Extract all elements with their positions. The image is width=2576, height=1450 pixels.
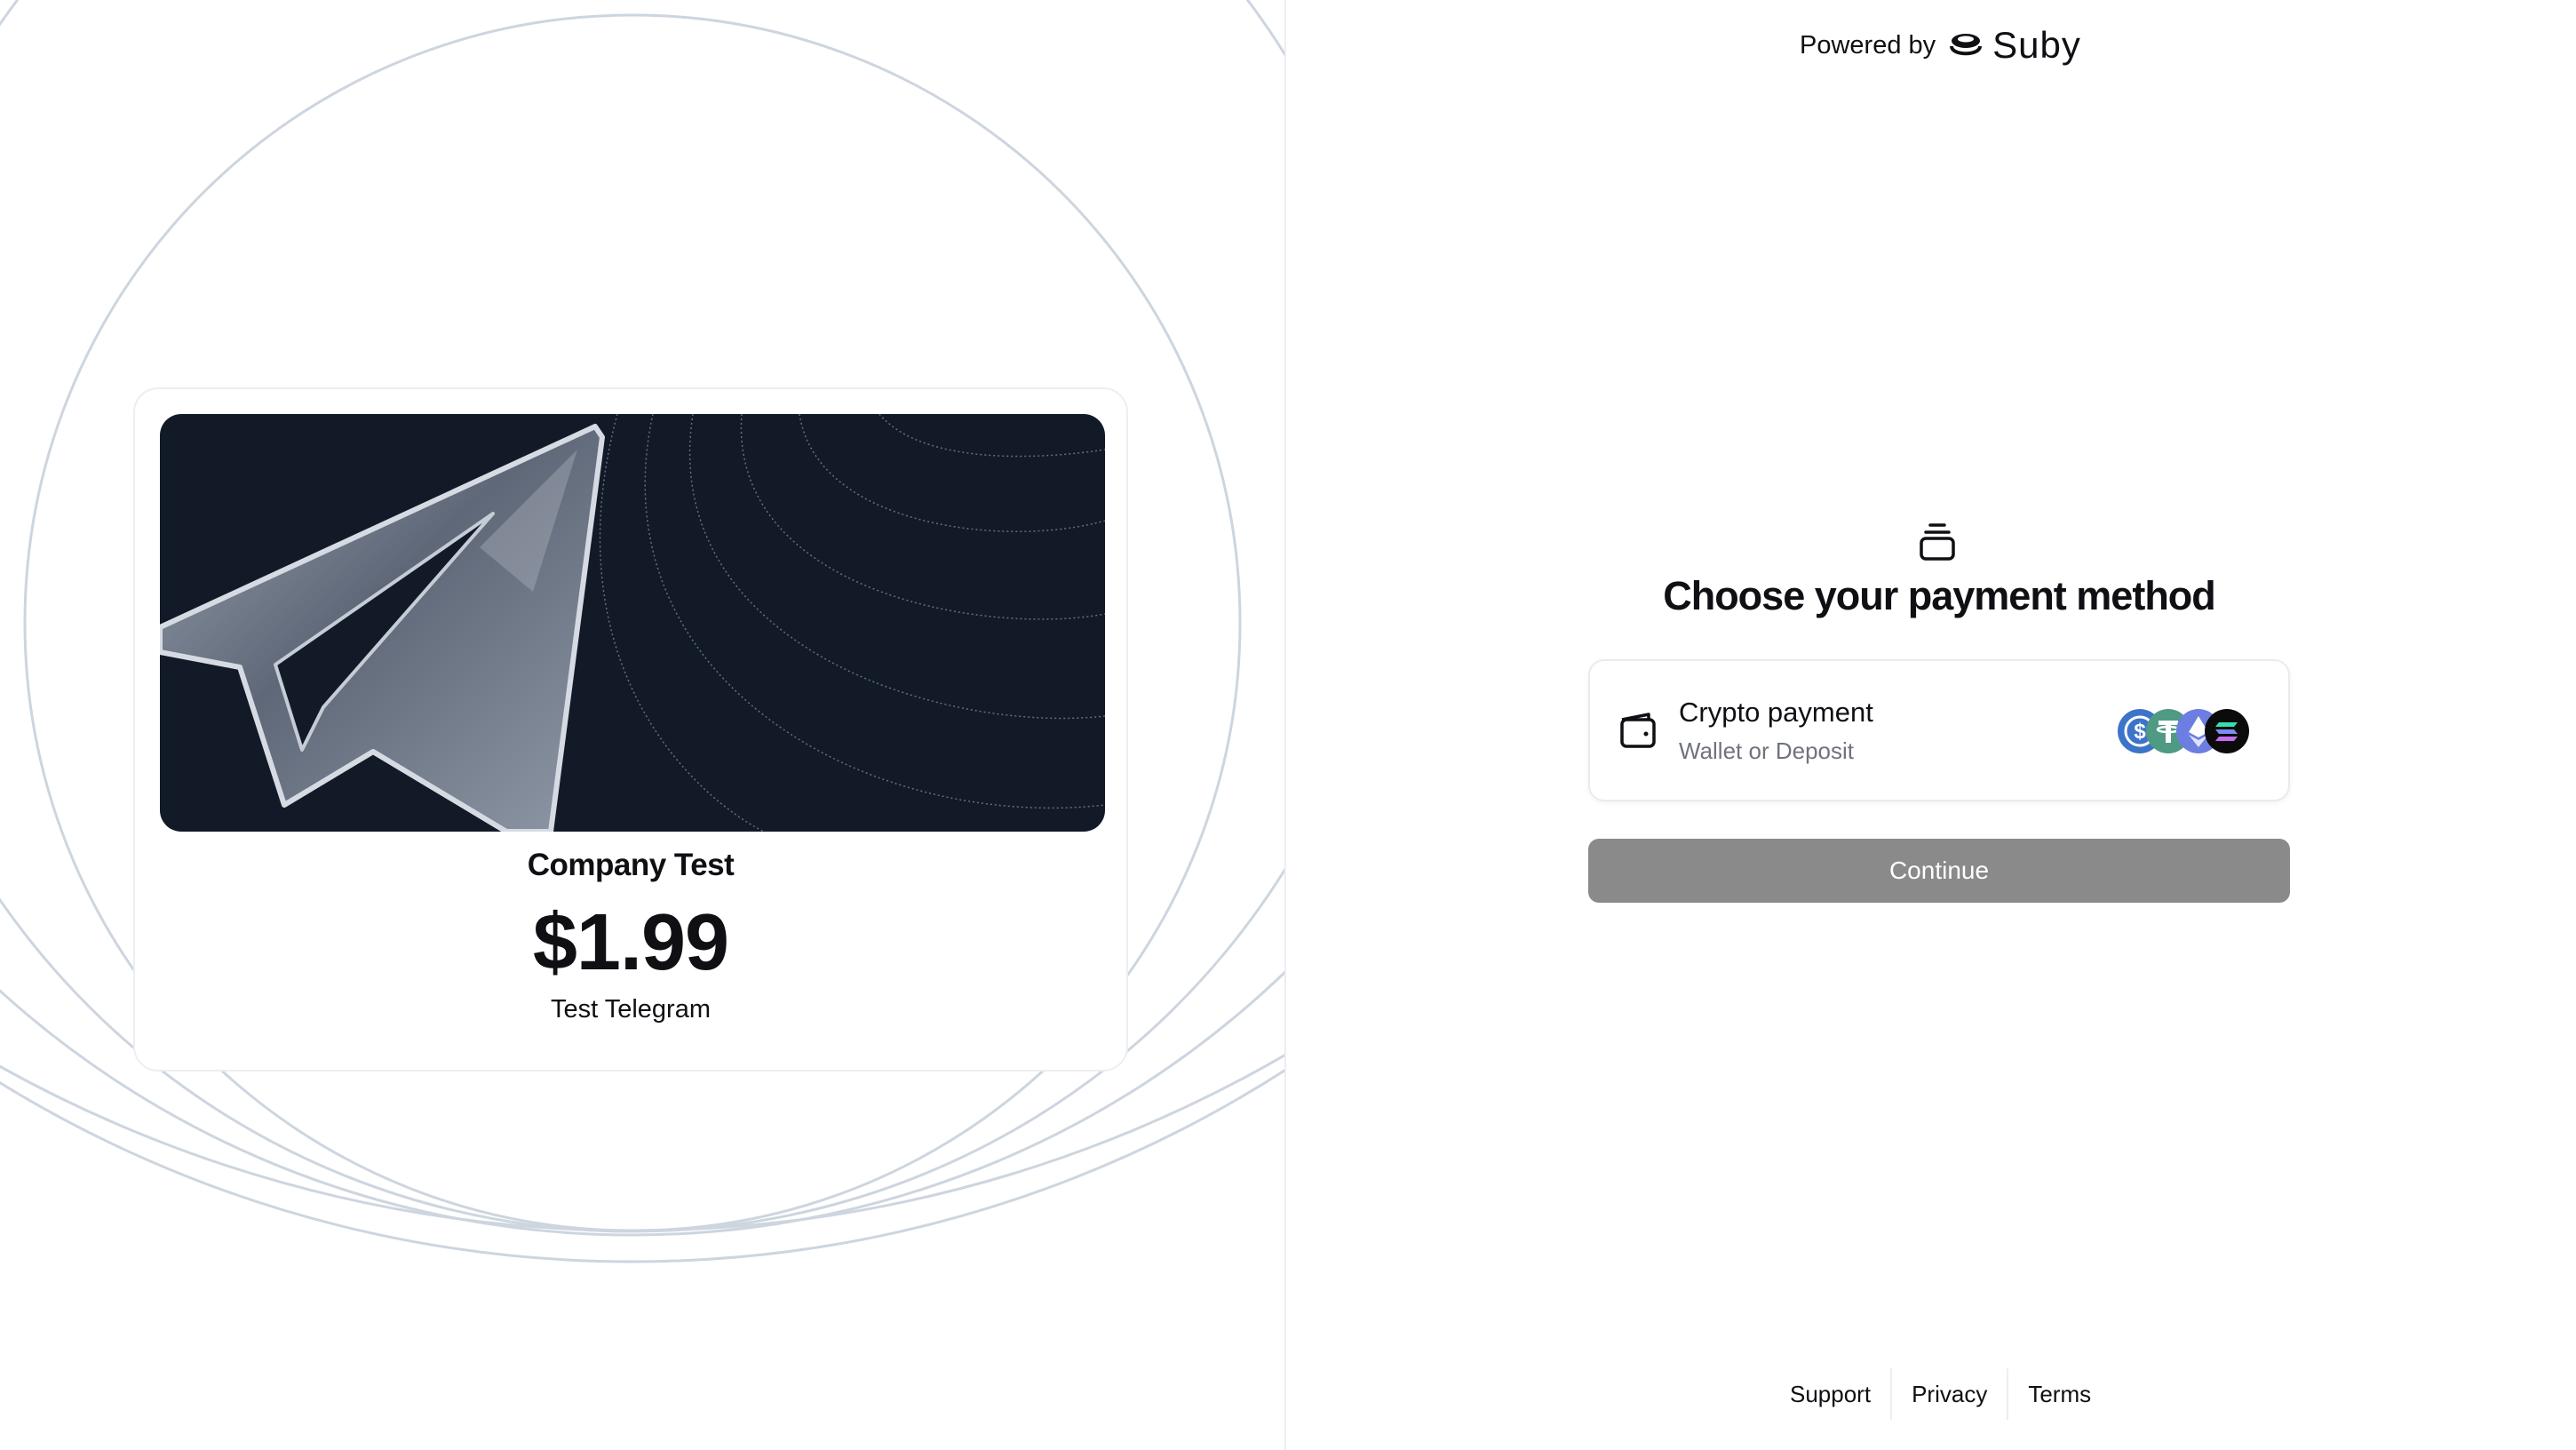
product-banner-image [160, 414, 1105, 832]
company-name: Company Test [527, 848, 735, 882]
product-card: Company Test $1.99 Test Telegram [133, 387, 1128, 1072]
brand-name: Suby [1992, 24, 2081, 66]
svg-text:$: $ [2134, 720, 2146, 744]
privacy-link[interactable]: Privacy [1892, 1368, 2007, 1420]
product-price: $1.99 [532, 898, 729, 987]
product-name: Test Telegram [551, 995, 711, 1024]
support-link[interactable]: Support [1770, 1368, 1890, 1420]
product-panel: Company Test $1.99 Test Telegram [0, 0, 1284, 1450]
crypto-payment-subtitle: Wallet or Deposit [1679, 737, 1854, 764]
solana-icon [2205, 709, 2249, 753]
footer-links: Support Privacy Terms [1770, 1368, 2111, 1420]
crypto-payment-title: Crypto payment [1679, 697, 1873, 728]
suby-logo-icon [1950, 34, 1983, 56]
powered-by: Powered by Suby [1800, 24, 2081, 66]
telegram-plane-icon [160, 414, 1105, 832]
pane-divider [1284, 0, 1286, 1450]
wallet-icon [1620, 713, 1656, 748]
crypto-payment-option[interactable]: Crypto payment Wallet or Deposit $ [1588, 659, 2290, 801]
continue-button[interactable]: Continue [1588, 839, 2290, 903]
stacked-cards-icon [1920, 523, 1955, 561]
terms-link[interactable]: Terms [2008, 1368, 2111, 1420]
powered-by-label: Powered by [1800, 30, 1936, 60]
payment-method-title: Choose your payment method [1663, 573, 2216, 618]
